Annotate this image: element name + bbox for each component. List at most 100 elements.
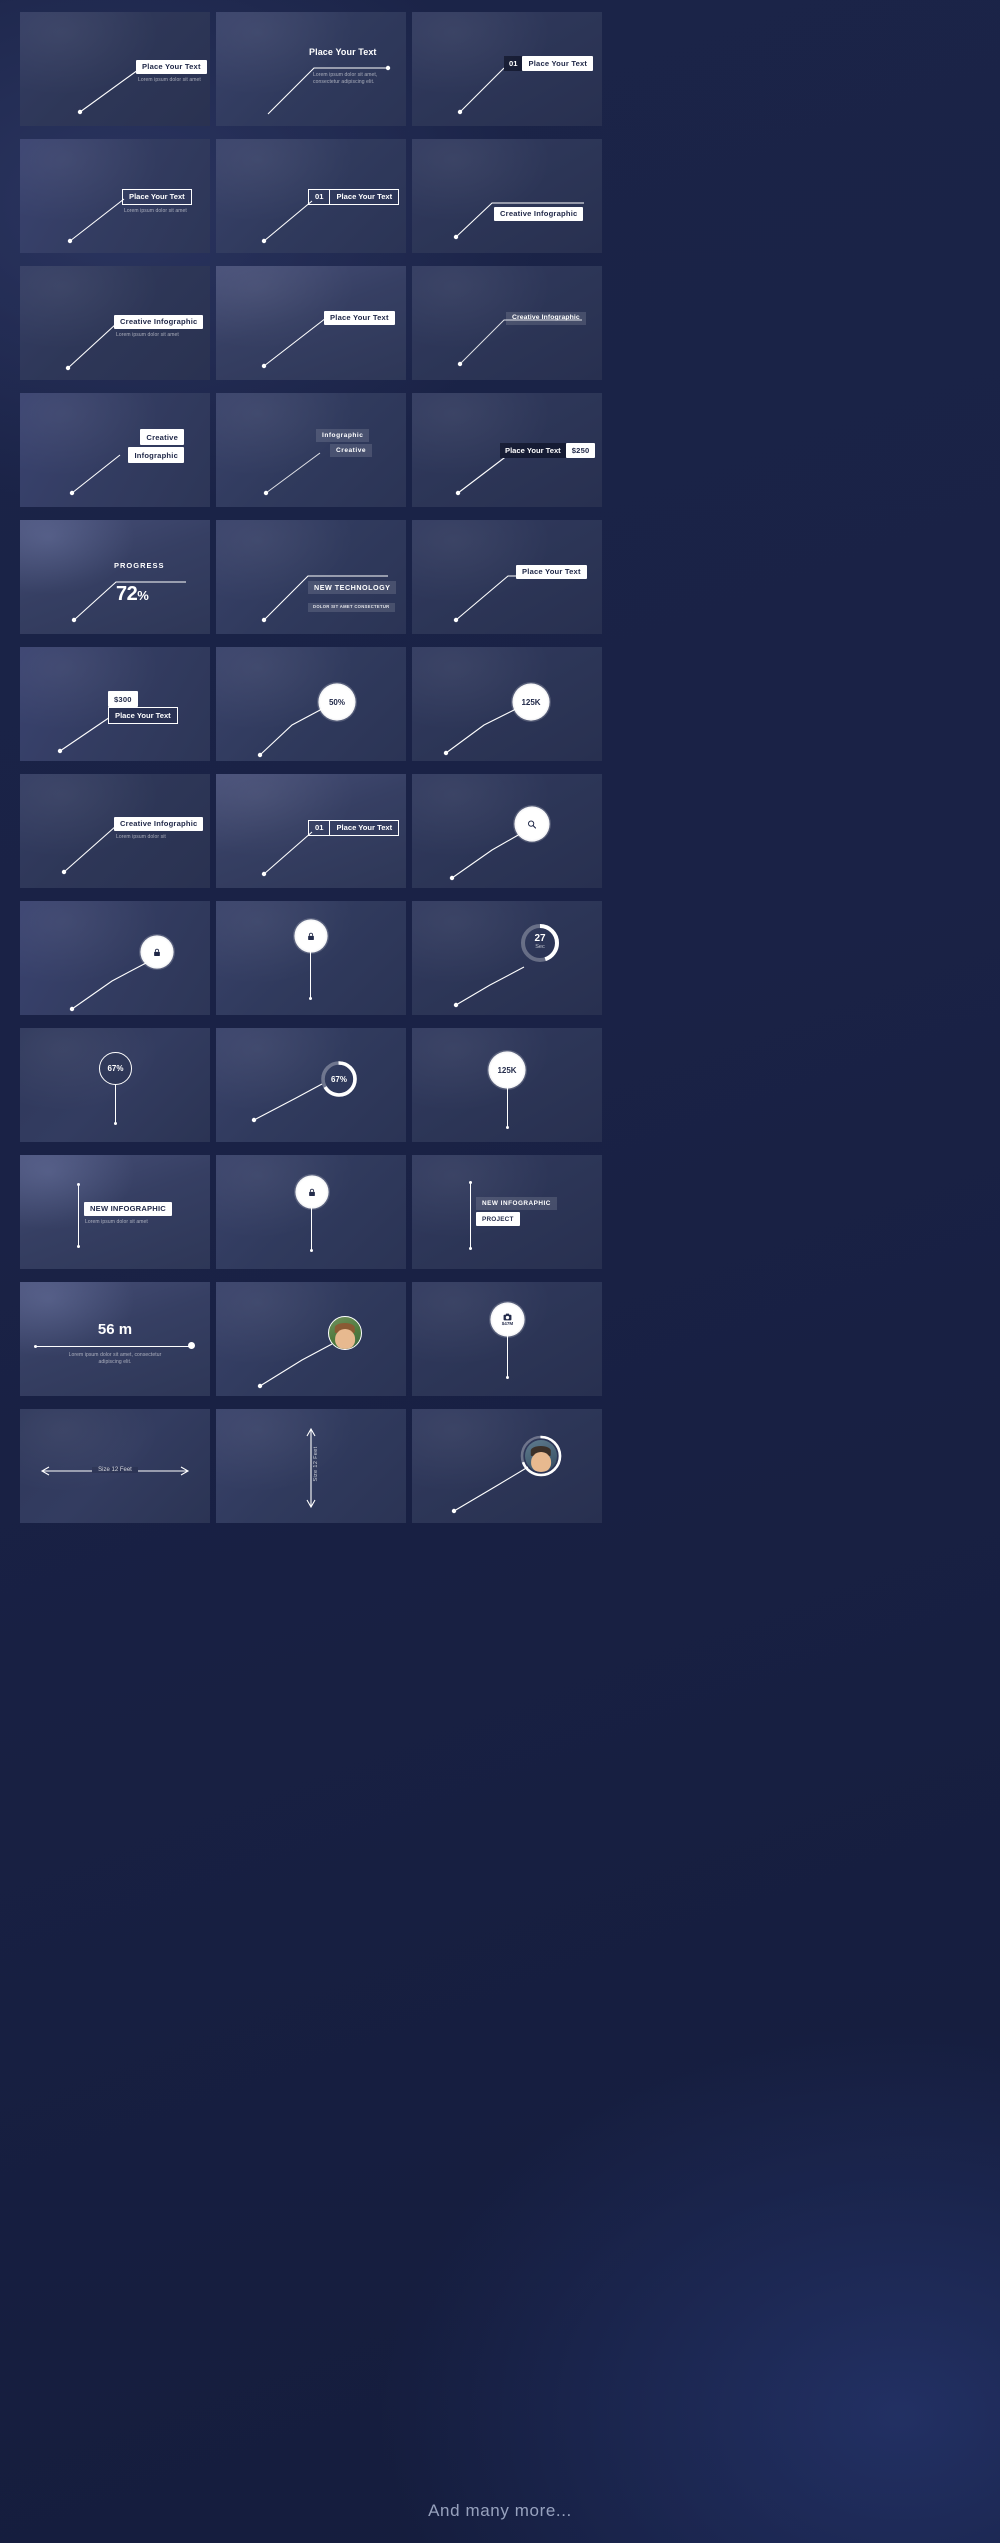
preview-card[interactable]: Place Your Text Lorem ipsum dolor sit am… (20, 139, 210, 253)
preview-card[interactable]: Place Your Text (412, 520, 602, 634)
card-line2: Infographic (128, 447, 184, 463)
card-line2: PROJECT (476, 1212, 520, 1226)
card-subtitle-line2: adipiscing elit. (98, 1359, 132, 1366)
card-subtitle: DOLOR SIT AMET CONSECTETUR (308, 602, 395, 612)
card-circle-value[interactable]: 50% (320, 685, 354, 719)
preview-card[interactable]: Creative Infographic (412, 139, 602, 253)
preview-card[interactable]: $47M (412, 1282, 602, 1396)
preview-card[interactable]: Place Your Text (216, 266, 406, 380)
preview-card[interactable]: 50% (216, 647, 406, 761)
pin-stem (507, 1334, 509, 1378)
card-title: Place Your Text (500, 443, 566, 458)
card-ring-countdown[interactable]: 27 Sec (518, 921, 562, 970)
preview-card[interactable]: 01 Place Your Text (216, 774, 406, 888)
preview-card[interactable]: 27 Sec (412, 901, 602, 1015)
lock-icon (154, 948, 160, 956)
preview-card[interactable] (216, 901, 406, 1015)
preview-card[interactable] (412, 774, 602, 888)
pin-dot (309, 1249, 314, 1253)
card-circle-icon[interactable] (297, 1177, 327, 1207)
card-ring-value[interactable]: 67% (318, 1058, 360, 1105)
search-icon (528, 820, 537, 829)
preview-card[interactable] (412, 1409, 602, 1523)
preview-card[interactable]: 125K (412, 1028, 602, 1142)
avatar-face (531, 1451, 551, 1472)
card-subtitle: Lorem ipsum dolor sit amet (85, 1219, 148, 1226)
card-label: Size 12 Feet (92, 1467, 138, 1473)
measure-line (36, 1346, 194, 1348)
pin-dot (505, 1376, 510, 1380)
card-unit: Sec (535, 944, 545, 951)
preview-card[interactable]: NEW INFOGRAPHIC PROJECT (412, 1155, 602, 1269)
pin-dot (113, 1122, 118, 1126)
card-circle-icon[interactable] (296, 921, 326, 951)
preview-card[interactable]: Place Your Text Lorem ipsum dolor sit am… (20, 12, 210, 126)
card-label: Size 12 Feet (313, 1446, 319, 1482)
card-caption: PROGRESS (114, 561, 165, 570)
card-circle-icon[interactable] (516, 808, 548, 840)
preview-card[interactable]: Infographic Creative (216, 393, 406, 507)
card-circle-icon[interactable]: $47M (492, 1304, 523, 1335)
card-number-badge: 01 (308, 820, 330, 836)
card-value: 67% (107, 1064, 124, 1073)
preview-card[interactable] (216, 1155, 406, 1269)
pin-dot (308, 997, 313, 1001)
preview-card[interactable]: 56 m Lorem ipsum dolor sit amet, consect… (20, 1282, 210, 1396)
card-title: Creative Infographic (494, 206, 584, 222)
card-subtitle-line2: consectetur adipiscing elit. (313, 79, 375, 86)
card-price: $250 (565, 443, 596, 458)
pin-stem (470, 1183, 472, 1249)
preview-card[interactable]: 01 Place Your Text (216, 139, 406, 253)
preview-card[interactable]: 67% (20, 1028, 210, 1142)
card-title: Place Your Text (309, 47, 377, 57)
card-circle-value[interactable]: 125K (514, 685, 548, 719)
card-title: NEW INFOGRAPHIC (84, 1201, 172, 1217)
measure-dot-right (188, 1342, 195, 1349)
card-avatar[interactable] (328, 1316, 362, 1350)
preview-card[interactable]: Place Your Text Lorem ipsum dolor sit am… (216, 12, 406, 126)
card-line1: Infographic (316, 429, 370, 442)
card-subtitle: Lorem ipsum dolor sit amet (124, 207, 187, 214)
pin-dot-top (468, 1181, 473, 1185)
card-line1: Creative (140, 429, 184, 445)
preview-card[interactable] (216, 1282, 406, 1396)
card-title: Place Your Text (324, 310, 395, 326)
preview-card[interactable]: NEW INFOGRAPHIC Lorem ipsum dolor sit am… (20, 1155, 210, 1269)
card-subtitle: Lorem ipsum dolor sit amet (138, 77, 201, 84)
preview-card[interactable]: Creative Infographic (20, 393, 210, 507)
preview-card[interactable]: 67% (216, 1028, 406, 1142)
template-preview-grid: Place Your Text Lorem ipsum dolor sit am… (20, 12, 980, 1523)
preview-card[interactable]: Place Your Text $250 (412, 393, 602, 507)
preview-card[interactable]: 125K (412, 647, 602, 761)
preview-card[interactable]: Creative Infographic Lorem ipsum dolor s… (20, 266, 210, 380)
preview-card[interactable]: 01 Place Your Text (412, 12, 602, 126)
pin-stem (310, 949, 312, 999)
preview-card[interactable]: Creative Infographic Lorem ipsum dolor s… (20, 774, 210, 888)
card-value: 125K (497, 1065, 517, 1075)
pin-dot-bottom (468, 1247, 473, 1251)
card-value: 27 (534, 933, 546, 945)
card-subtitle-line1: Lorem ipsum dolor sit amet, consectetur (68, 1352, 162, 1358)
card-subtitle: Lorem ipsum dolor sit (116, 834, 166, 841)
preview-card[interactable]: Size 12 Feet (20, 1409, 210, 1523)
card-circle-value[interactable]: 125K (490, 1053, 524, 1087)
card-circle-icon[interactable] (142, 937, 172, 967)
card-title: Place Your Text (522, 56, 594, 71)
preview-card[interactable]: NEW TECHNOLOGY DOLOR SIT AMET CONSECTETU… (216, 520, 406, 634)
card-title: Creative Infographic (506, 312, 586, 325)
card-circle-value[interactable]: 67% (99, 1052, 132, 1085)
preview-card[interactable] (20, 901, 210, 1015)
preview-card[interactable]: Creative Infographic (412, 266, 602, 380)
card-subtitle-line1: Lorem ipsum dolor sit amet, (313, 72, 378, 78)
pin-dot-bottom (76, 1245, 81, 1249)
lock-icon (308, 932, 314, 940)
card-title: Place Your Text (108, 707, 178, 724)
preview-card[interactable]: Size 12 Feet (216, 1409, 406, 1523)
card-title: Place Your Text (329, 820, 400, 836)
card-price: $300 (108, 691, 138, 707)
preview-card[interactable]: $300 Place Your Text (20, 647, 210, 761)
card-avatar (525, 1440, 557, 1472)
card-number-badge: 01 (308, 189, 330, 205)
dimension-arrow-vertical (306, 1427, 316, 1509)
preview-card[interactable]: PROGRESS 72 % (20, 520, 210, 634)
